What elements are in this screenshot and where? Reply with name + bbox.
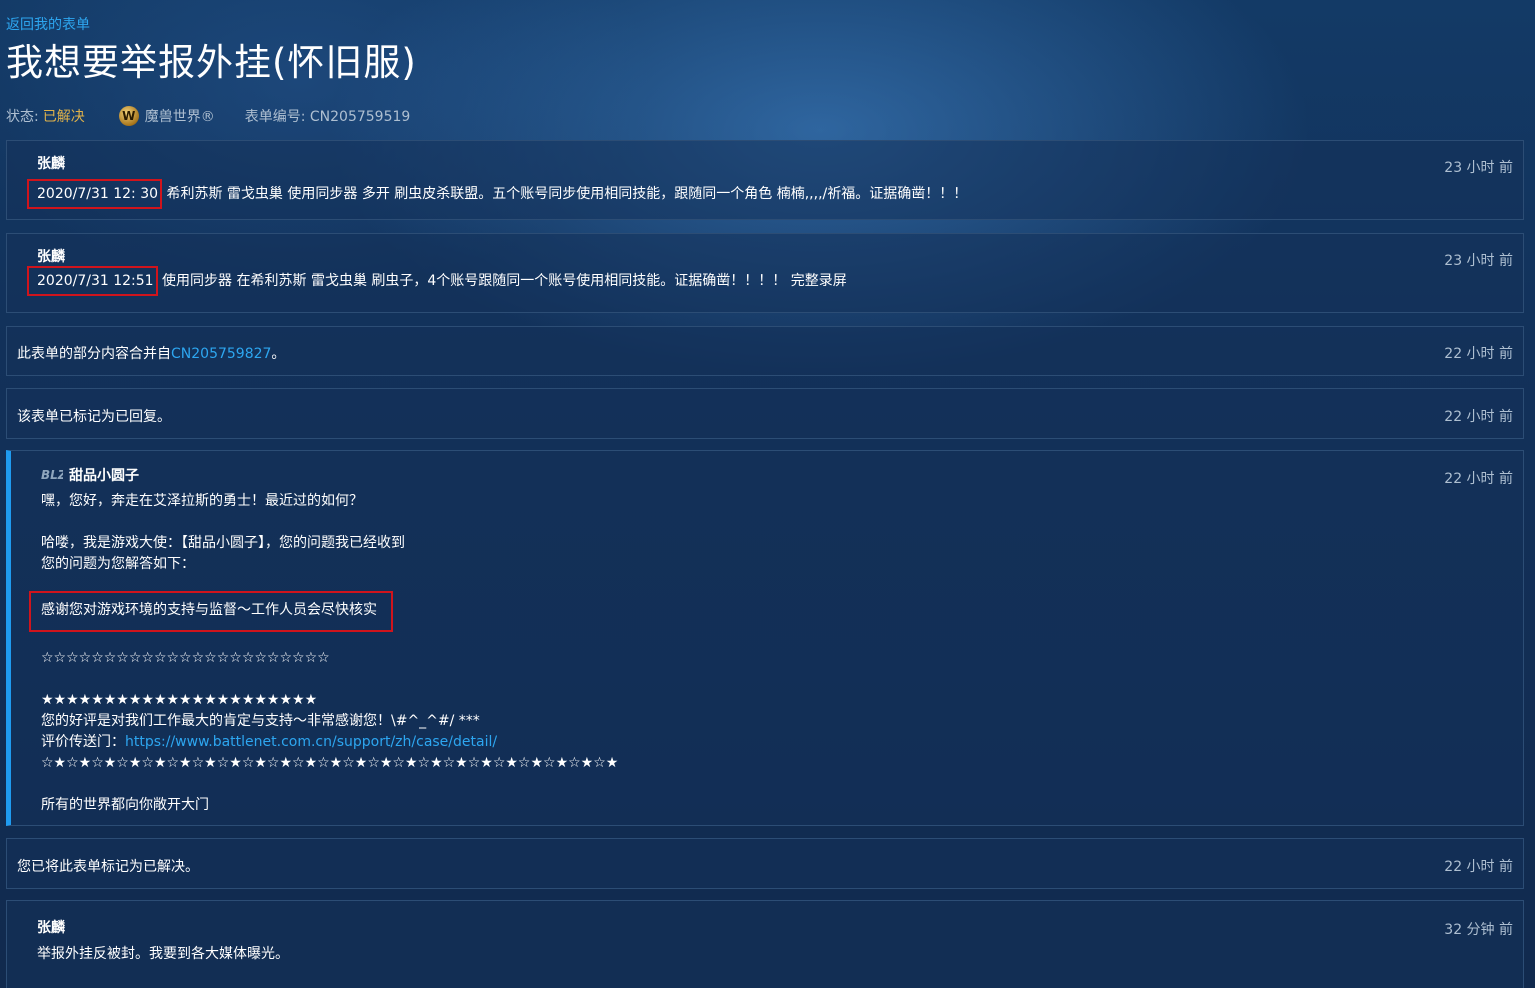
game-name: 魔兽世界® [144, 109, 215, 125]
message-time: 22 小时 前 [1444, 471, 1513, 487]
case-number: 表单编号: CN205759519 [244, 109, 411, 125]
back-link[interactable]: 返回我的表单 [6, 14, 90, 34]
message-body: 2020/7/31 12:51 使用同步器 在希利苏斯 雷戈虫巢 刷虫子，4个账… [27, 266, 847, 296]
svg-text:BLZ: BLZ [41, 468, 63, 482]
case-meta: 状态: 已解决 W 魔兽世界® 表单编号: CN205759519 [6, 106, 410, 126]
user-message: 张麟 23 小时 前 2020/7/31 12: 30 希利苏斯 雷戈虫巢 使用… [6, 140, 1524, 220]
message-body: 2020/7/31 12: 30 希利苏斯 雷戈虫巢 使用同步器 多开 刷虫皮杀… [27, 179, 968, 209]
rating-link[interactable]: https://www.battlenet.com.cn/support/zh/… [125, 734, 497, 750]
system-text: 您已将此表单标记为已解决。 [17, 859, 199, 875]
highlighted-timestamp: 2020/7/31 12:51 [27, 266, 158, 296]
system-message: 该表单已标记为已回复。 22 小时 前 [6, 388, 1524, 439]
message-author: 张麟 [37, 156, 65, 172]
user-message: 张麟 32 分钟 前 举报外挂反被封。我要到各大媒体曝光。 [6, 900, 1524, 988]
message-time: 22 小时 前 [1444, 346, 1513, 362]
wow-logo-icon: W [118, 106, 139, 126]
system-message: 您已将此表单标记为已解决。 22 小时 前 [6, 838, 1524, 889]
status-badge: 已解决 [42, 109, 85, 125]
system-text: 该表单已标记为已回复。 [17, 409, 171, 425]
user-message: 张麟 23 小时 前 2020/7/31 12:51 使用同步器 在希利苏斯 雷… [6, 233, 1524, 313]
highlighted-reply: 感谢您对游戏环境的支持与监督～工作人员会尽快核实 [29, 591, 393, 632]
message-time: 22 小时 前 [1444, 409, 1513, 425]
message-author: 张麟 [37, 249, 65, 265]
system-message: 此表单的部分内容合并自CN205759827。 22 小时 前 [6, 326, 1524, 376]
merged-case-link[interactable]: CN205759827 [171, 346, 271, 362]
page-title: 我想要举报外挂(怀旧服) [6, 41, 417, 84]
message-author: BLZ 甜品小圆子 [41, 468, 139, 484]
message-text: 使用同步器 在希利苏斯 雷戈虫巢 刷虫子，4个账号跟随同一个账号使用相同技能。证… [162, 273, 847, 289]
message-author: 张麟 [37, 920, 65, 936]
message-time: 23 小时 前 [1444, 253, 1513, 269]
agent-message: BLZ 甜品小圆子 22 小时 前 嘿，您好，奔走在艾泽拉斯的勇士！最近过的如何… [6, 450, 1524, 826]
blizzard-logo-icon: BLZ [41, 468, 63, 482]
system-text: 此表单的部分内容合并自CN205759827。 [17, 346, 286, 362]
message-time: 23 小时 前 [1444, 160, 1513, 176]
message-time: 22 小时 前 [1444, 859, 1513, 875]
highlighted-timestamp: 2020/7/31 12: 30 [27, 179, 163, 209]
message-time: 32 分钟 前 [1444, 922, 1513, 938]
message-text: 希利苏斯 雷戈虫巢 使用同步器 多开 刷虫皮杀联盟。五个账号同步使用相同技能，跟… [166, 186, 968, 202]
message-text: 举报外挂反被封。我要到各大媒体曝光。 [37, 946, 289, 962]
agent-reply-body: 嘿，您好，奔走在艾泽拉斯的勇士！最近过的如何？ 哈喽，我是游戏大使：【甜品小圆子… [29, 491, 618, 816]
status-label: 状态: [6, 109, 39, 125]
